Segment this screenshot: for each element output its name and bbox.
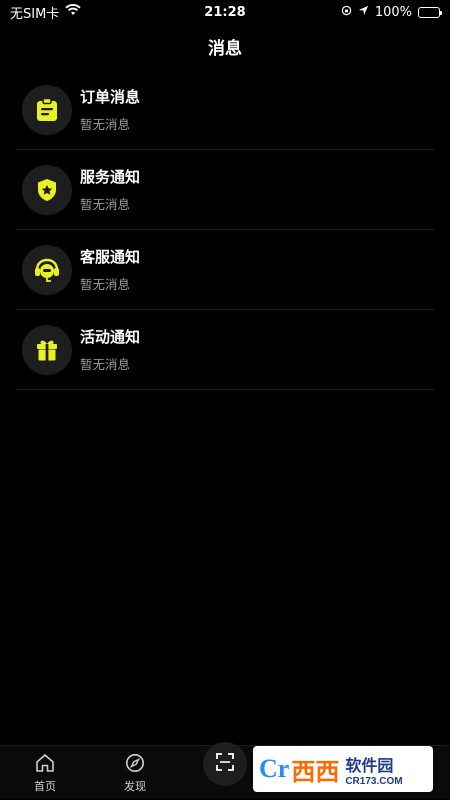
status-time: 21:28 [204,4,246,20]
headset-icon [22,244,72,295]
list-item-customer-service-notifications[interactable]: 客服通知 暂无消息 [16,230,434,310]
list-item-activity-notifications[interactable]: 活动通知 暂无消息 [16,310,434,390]
carrier-label: 无SIM卡 [10,6,60,22]
scan-icon [215,752,235,776]
item-subtitle: 暂无消息 [80,277,131,292]
page-title: 消息 [208,39,242,59]
gift-icon [22,324,72,375]
orientation-lock-icon [341,5,352,20]
tab-home-label: 首页 [34,779,56,793]
wifi-icon [65,4,81,20]
shield-star-icon [22,164,72,215]
location-icon [358,5,369,20]
message-list: 订单消息 暂无消息 服务通知 暂无消息 客服通知 暂无消息 活动通知 暂无消息 [16,70,434,390]
watermark-site-url: CR173.COM [345,775,403,787]
home-icon [35,753,55,776]
item-title: 服务通知 [80,168,141,186]
watermark-brand: Cr [259,754,290,783]
item-title: 客服通知 [80,248,141,266]
clipboard-icon [22,84,72,135]
tab-discover-label: 发现 [124,779,146,793]
battery-percent: 100% [374,4,412,20]
item-title: 订单消息 [80,88,141,106]
tab-home[interactable]: 首页 [0,746,90,800]
list-item-service-notifications[interactable]: 服务通知 暂无消息 [16,150,434,230]
battery-icon [418,6,442,18]
status-bar: 无SIM卡 21:28 100% [0,0,450,24]
tab-discover[interactable]: 发现 [90,746,180,800]
list-item-order-messages[interactable]: 订单消息 暂无消息 [16,70,434,150]
scan-button[interactable] [203,742,247,786]
item-subtitle: 暂无消息 [80,117,131,132]
item-subtitle: 暂无消息 [80,197,131,212]
watermark-brand-cn: 西西 [291,757,340,786]
watermark-logo: Cr 西西 软件园 CR173.COM [253,746,433,792]
watermark-site-name: 软件园 [345,755,394,775]
item-title: 活动通知 [80,328,141,346]
item-subtitle: 暂无消息 [80,357,131,372]
compass-icon [125,753,145,776]
